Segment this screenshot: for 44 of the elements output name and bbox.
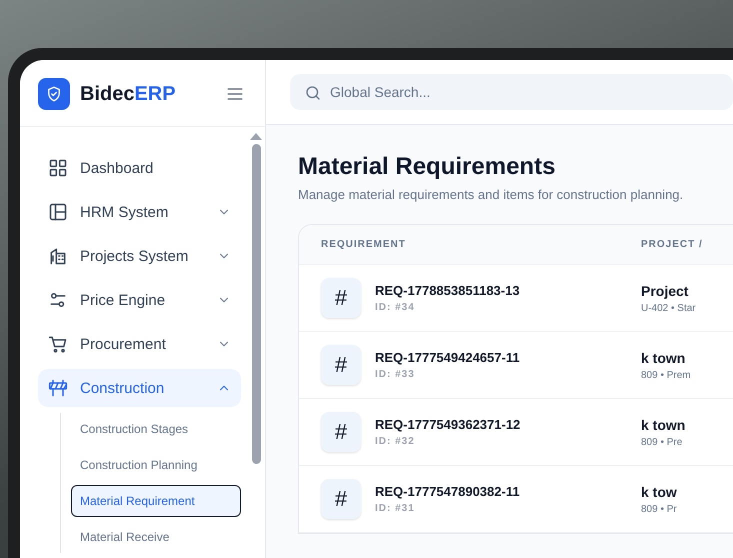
sidebar-item[interactable]: Dashboard: [38, 149, 241, 187]
grid-icon: [48, 158, 68, 178]
project-detail: 809 • Prem: [641, 370, 692, 380]
sliders-icon: [48, 290, 68, 310]
column-header: PROJECT /: [641, 239, 704, 250]
sidebar-item[interactable]: HRM System: [38, 193, 241, 231]
submenu-item[interactable]: Material Receive: [71, 521, 241, 553]
page-subtitle: Manage material requirements and items for construction planning.: [298, 187, 684, 202]
project-name: k town: [641, 416, 686, 432]
shield-icon: [45, 85, 63, 103]
search-field[interactable]: Global Search...: [290, 74, 733, 110]
sidebar-item[interactable]: Price Engine: [38, 281, 241, 319]
submenu-item[interactable]: Construction Stages: [71, 413, 241, 445]
submenu-item[interactable]: Construction Planning: [71, 449, 241, 481]
page-title: Material Requirements: [298, 153, 556, 181]
building-icon: [48, 246, 68, 266]
barrier-icon: [48, 378, 68, 398]
brand-name: BidecERP: [80, 82, 177, 106]
project-name: k town: [641, 350, 686, 366]
submenu-item[interactable]: Material Requirement: [71, 485, 241, 517]
hash-badge: #: [321, 278, 361, 318]
project-detail: 809 • Pr: [641, 504, 678, 514]
sidebar-item[interactable]: Procurement: [38, 325, 241, 363]
requirement-id: ID: #31: [375, 503, 416, 514]
hash-badge: #: [321, 345, 361, 385]
project-detail: U-402 • Star: [641, 302, 697, 314]
project-detail: 809 • Pre: [641, 436, 684, 448]
cart-icon: [48, 334, 68, 354]
requirement-code: REQ-1778853851183-13: [375, 283, 520, 298]
sidebar-item[interactable]: Construction: [38, 369, 241, 407]
requirement-code: REQ-1777549424657-11: [375, 350, 520, 365]
search-icon: [304, 84, 322, 102]
requirement-id: ID: #34: [375, 302, 416, 313]
layout-icon: [48, 202, 68, 222]
requirement-id: ID: #33: [375, 369, 416, 380]
column-header: REQUIREMENT: [321, 239, 407, 250]
project-name: k tow: [641, 484, 678, 500]
requirement-id: ID: #32: [375, 436, 416, 447]
sidebar-item[interactable]: Projects System: [38, 237, 241, 275]
hash-badge: #: [321, 479, 361, 519]
project-name: Project: [641, 282, 690, 298]
requirement-code: REQ-1777549362371-12: [375, 417, 520, 432]
requirement-code: REQ-1777547890382-11: [375, 484, 520, 499]
hash-badge: #: [321, 412, 361, 452]
